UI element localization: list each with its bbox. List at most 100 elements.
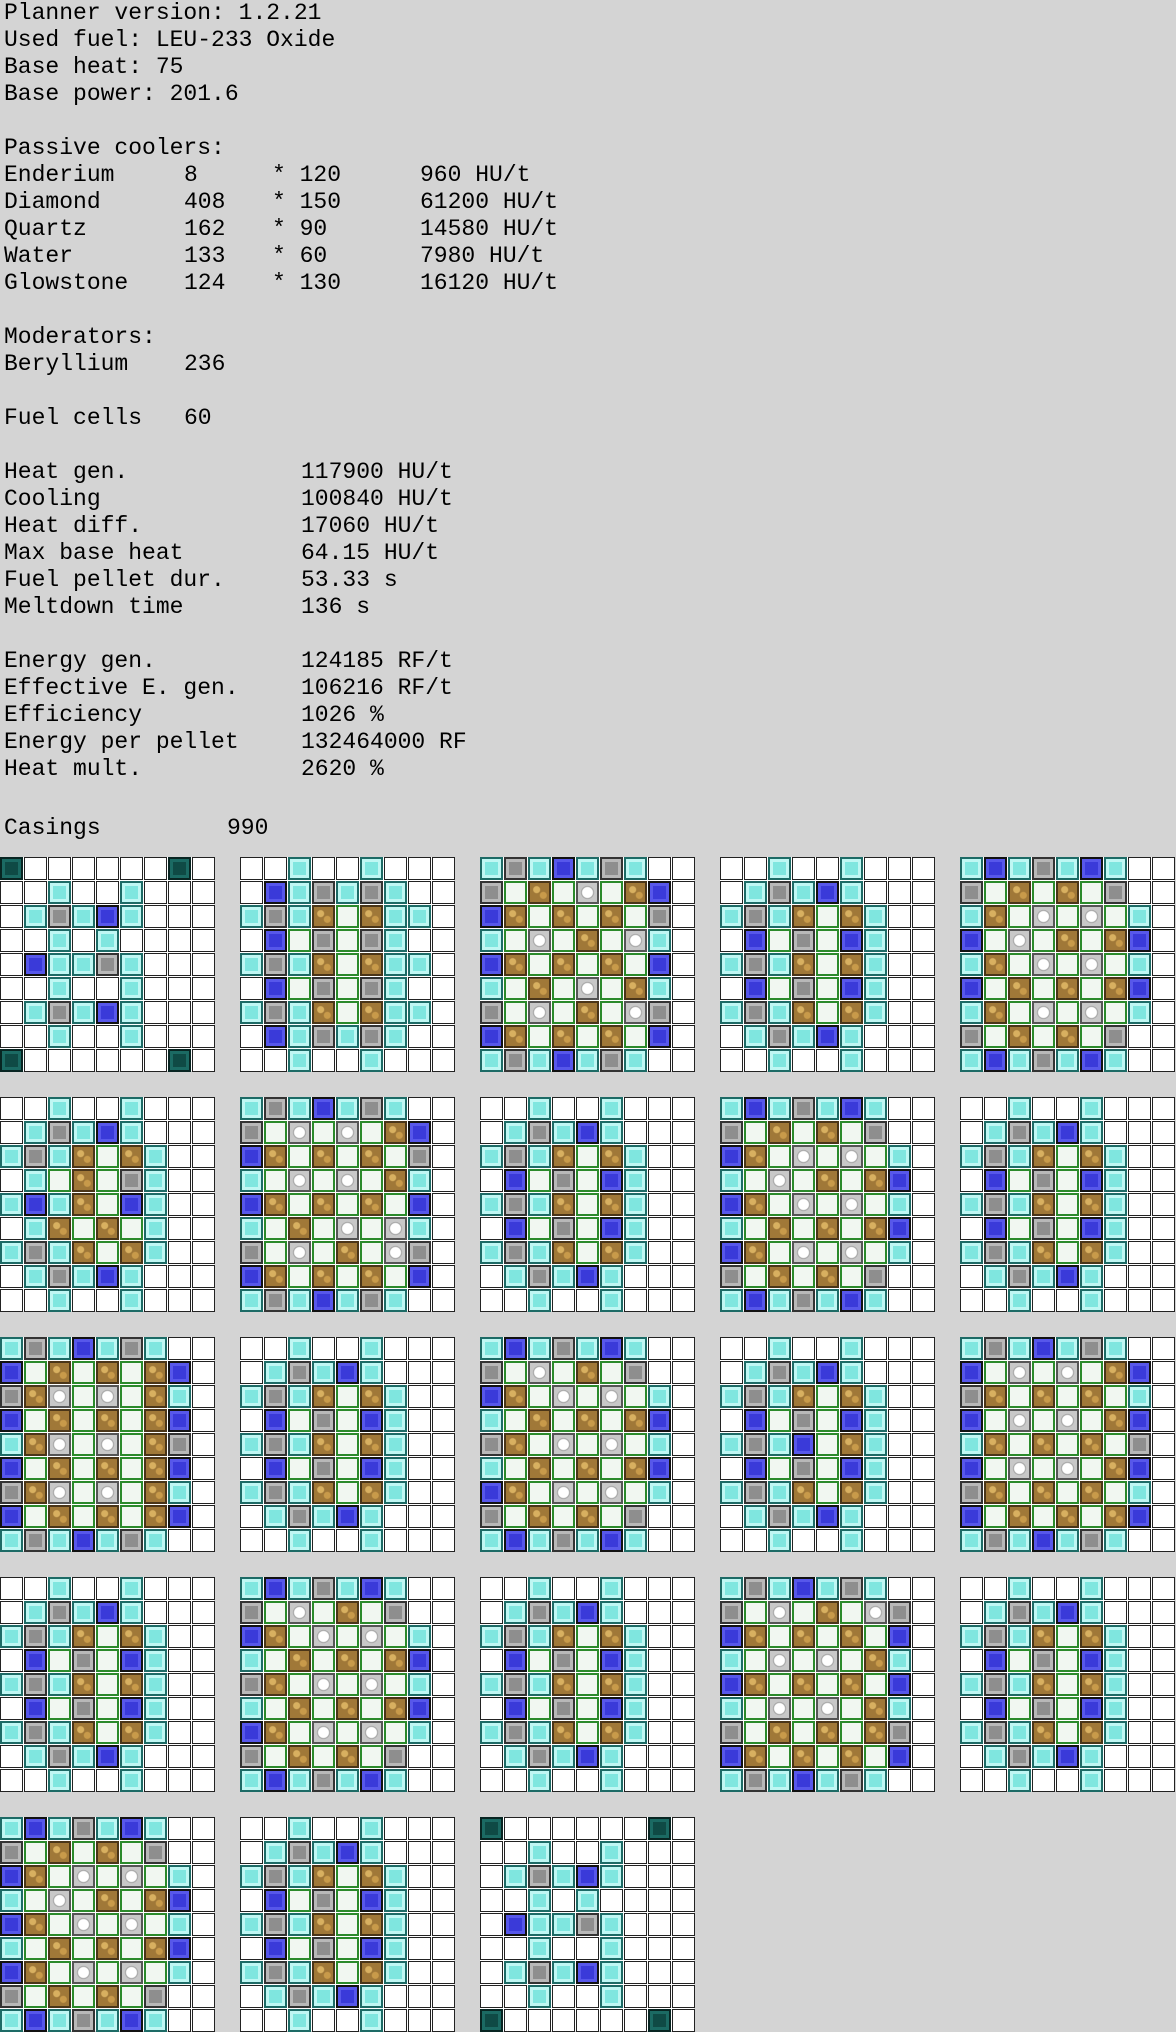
- cell-empty: [336, 1529, 359, 1552]
- cell-glowstone: [864, 1121, 887, 1144]
- cell-diamond: [1008, 1289, 1031, 1312]
- cell-empty: [240, 1985, 263, 2008]
- cell-diamond: [120, 953, 143, 976]
- cell-diamond: [528, 1337, 551, 1360]
- cell-empty: [432, 1025, 455, 1048]
- cell-empty: [432, 1577, 455, 1600]
- cell-quartz: [792, 1145, 815, 1168]
- cell-water: [744, 1097, 767, 1120]
- cell-empty: [168, 1985, 191, 2008]
- cooler-name: Enderium: [4, 162, 115, 188]
- cell-fuel: [96, 1889, 119, 1912]
- cell-quartz: [360, 1721, 383, 1744]
- cell-empty: [408, 1985, 431, 2008]
- cell-fuel: [1032, 1385, 1055, 1408]
- cell-fuel: [600, 1241, 623, 1264]
- cell-empty: [864, 857, 887, 880]
- cell-fuel: [336, 1745, 359, 1768]
- cell-beryllium: [384, 1145, 407, 1168]
- cell-beryllium: [96, 1649, 119, 1672]
- cell-diamond: [288, 2009, 311, 2032]
- cell-beryllium: [120, 1217, 143, 1240]
- cell-empty: [960, 1169, 983, 1192]
- cell-water: [888, 1169, 911, 1192]
- cell-empty: [648, 1937, 671, 1960]
- cell-fuel: [360, 1913, 383, 1936]
- cell-empty: [1152, 1625, 1175, 1648]
- cell-diamond: [288, 1385, 311, 1408]
- cell-glowstone: [0, 1985, 23, 2008]
- cell-beryllium: [24, 1457, 47, 1480]
- reactor-layer: [0, 1097, 215, 1312]
- cell-enderium: [0, 1049, 23, 1072]
- cell-empty: [432, 1649, 455, 1672]
- cell-diamond: [120, 977, 143, 1000]
- cell-empty: [240, 1841, 263, 1864]
- cell-diamond: [144, 1817, 167, 1840]
- cell-beryllium: [96, 1865, 119, 1888]
- cell-beryllium: [600, 1457, 623, 1480]
- cell-diamond: [0, 1241, 23, 1264]
- moderator-row: Beryllium 236: [4, 351, 604, 378]
- cell-empty: [1128, 1169, 1151, 1192]
- cell-diamond: [288, 1481, 311, 1504]
- cell-diamond: [384, 1025, 407, 1048]
- cell-beryllium: [120, 1889, 143, 1912]
- cell-fuel: [24, 1481, 47, 1504]
- cell-empty: [336, 1337, 359, 1360]
- cell-empty: [1104, 1289, 1127, 1312]
- cell-beryllium: [144, 1961, 167, 1984]
- cell-glowstone: [1032, 1217, 1055, 1240]
- cell-water: [960, 1505, 983, 1528]
- cell-beryllium: [624, 1385, 647, 1408]
- cell-diamond: [240, 1913, 263, 1936]
- cell-water: [72, 1529, 95, 1552]
- cell-empty: [264, 2009, 287, 2032]
- base-heat: Base heat: 75: [4, 54, 184, 80]
- cell-empty: [624, 1889, 647, 1912]
- cell-beryllium: [552, 1505, 575, 1528]
- cell-diamond: [1080, 1601, 1103, 1624]
- cell-beryllium: [1056, 1481, 1079, 1504]
- cell-diamond: [0, 1721, 23, 1744]
- cell-diamond: [480, 1049, 503, 1072]
- cell-beryllium: [624, 1481, 647, 1504]
- cell-beryllium: [840, 1217, 863, 1240]
- cell-empty: [408, 1457, 431, 1480]
- cell-diamond: [288, 1577, 311, 1600]
- cell-beryllium: [864, 1625, 887, 1648]
- cell-empty: [192, 2009, 215, 2032]
- cell-water: [960, 1361, 983, 1384]
- cell-beryllium: [576, 1193, 599, 1216]
- cell-diamond: [1008, 1625, 1031, 1648]
- cell-water: [744, 1457, 767, 1480]
- cell-beryllium: [120, 1841, 143, 1864]
- cell-diamond: [768, 1433, 791, 1456]
- cell-fuel: [264, 1265, 287, 1288]
- cell-diamond: [408, 1721, 431, 1744]
- cell-beryllium: [1032, 1025, 1055, 1048]
- cell-quartz: [600, 1385, 623, 1408]
- cell-beryllium: [504, 1505, 527, 1528]
- cell-glowstone: [768, 1025, 791, 1048]
- cell-fuel: [96, 1217, 119, 1240]
- cell-empty: [672, 1889, 695, 1912]
- stat-row: Heat gen. 117900 HU/t: [4, 459, 704, 486]
- cell-empty: [408, 1433, 431, 1456]
- cell-empty: [480, 1841, 503, 1864]
- cell-beryllium: [288, 1889, 311, 1912]
- cell-diamond: [48, 1337, 71, 1360]
- cell-empty: [432, 1817, 455, 1840]
- cell-fuel: [1008, 881, 1031, 904]
- cell-empty: [792, 1337, 815, 1360]
- cell-diamond: [168, 1865, 191, 1888]
- cell-glowstone: [264, 1913, 287, 1936]
- cell-water: [840, 977, 863, 1000]
- cell-empty: [0, 1601, 23, 1624]
- cell-empty: [192, 1265, 215, 1288]
- cell-fuel: [792, 905, 815, 928]
- cell-diamond: [1032, 1745, 1055, 1768]
- cell-fuel: [360, 953, 383, 976]
- cell-fuel: [600, 1193, 623, 1216]
- cell-beryllium: [72, 1361, 95, 1384]
